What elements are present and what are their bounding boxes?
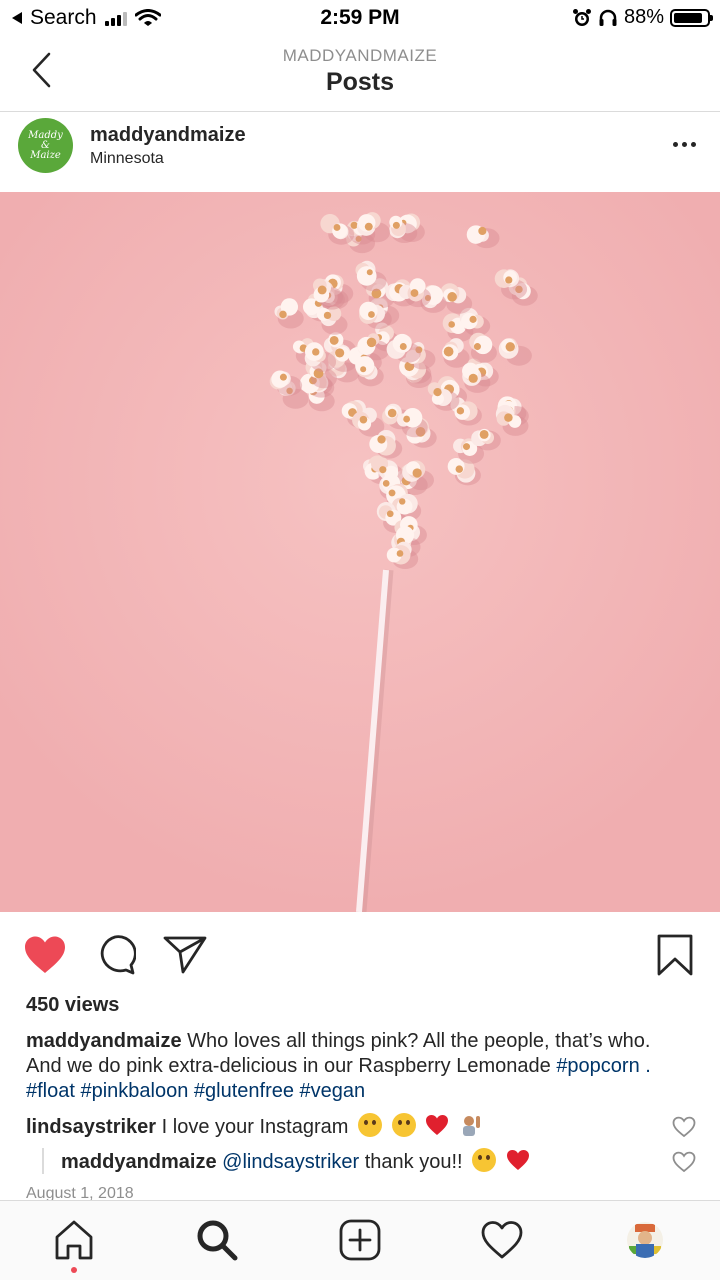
reply-text: thank you!! xyxy=(364,1151,463,1173)
kissing-face-emoji-icon xyxy=(391,1113,416,1137)
home-icon xyxy=(55,1220,93,1260)
profile-avatar xyxy=(627,1222,663,1258)
comment-row: lindsaystriker I love your Instagram xyxy=(26,1113,483,1140)
reply-username[interactable]: maddyandmaize xyxy=(61,1151,217,1173)
tab-new-post[interactable] xyxy=(335,1215,385,1265)
home-notification-dot xyxy=(71,1267,77,1273)
nav-header: MADDYANDMAIZE Posts xyxy=(0,36,720,112)
post-image[interactable] xyxy=(0,192,720,912)
post-header: Maddy & Maize maddyandmaize Minnesota xyxy=(0,112,720,192)
bottom-tab-bar xyxy=(0,1200,720,1280)
comment-like-heart-icon[interactable] xyxy=(672,1116,696,1138)
battery-icon xyxy=(670,8,713,27)
comment-text: I love your Instagram xyxy=(161,1116,349,1138)
post-username[interactable]: maddyandmaize xyxy=(90,124,246,147)
signal-icon xyxy=(104,10,127,26)
tab-profile[interactable] xyxy=(620,1215,670,1265)
status-back-label: Search xyxy=(30,6,97,29)
save-button[interactable] xyxy=(652,932,698,978)
alarm-icon xyxy=(572,8,591,26)
caption-username[interactable]: maddyandmaize xyxy=(26,1030,182,1052)
nav-account-handle: MADDYANDMAIZE xyxy=(282,46,438,65)
action-bar xyxy=(0,922,720,986)
battery-percent: 88% xyxy=(623,6,664,28)
wifi-icon xyxy=(134,9,161,26)
winking-tongue-emoji-icon xyxy=(357,1113,382,1137)
headphones-icon xyxy=(599,9,617,26)
tab-home[interactable] xyxy=(49,1215,99,1265)
status-bar: Search 2:59 PM 88% xyxy=(0,0,720,36)
reply-mention[interactable]: @lindsaystriker xyxy=(222,1151,359,1173)
comment-username[interactable]: lindsaystriker xyxy=(26,1116,156,1138)
avatar[interactable]: Maddy & Maize xyxy=(18,118,73,173)
red-heart-emoji-icon xyxy=(506,1150,529,1170)
post-caption: maddyandmaize Who loves all things pink?… xyxy=(26,1029,686,1104)
avatar-logo-text: Maddy & Maize xyxy=(28,129,63,161)
tab-search[interactable] xyxy=(192,1215,242,1265)
popcorn-balloon-illustration xyxy=(0,192,720,912)
grinning-face-emoji-icon xyxy=(472,1148,497,1172)
back-triangle-icon xyxy=(12,12,22,24)
like-button[interactable] xyxy=(22,932,68,978)
search-icon xyxy=(197,1220,238,1261)
bookmark-icon xyxy=(657,934,693,976)
activity-icon xyxy=(481,1221,523,1259)
share-button[interactable] xyxy=(162,932,208,978)
reply-indicator xyxy=(42,1148,44,1174)
heart-icon xyxy=(25,936,65,973)
comment-button[interactable] xyxy=(92,932,138,978)
add-icon xyxy=(339,1219,381,1261)
reply-row: maddyandmaize @lindsaystriker thank you!… xyxy=(61,1148,530,1175)
post-location[interactable]: Minnesota xyxy=(90,150,164,168)
reply-like-heart-icon[interactable] xyxy=(672,1151,696,1173)
share-icon xyxy=(163,936,207,974)
person-raising-hand-emoji-icon xyxy=(462,1116,480,1136)
tab-activity[interactable] xyxy=(477,1215,527,1265)
comment-icon xyxy=(100,935,136,975)
status-back-to-app[interactable]: Search xyxy=(12,6,161,30)
status-right: 88% xyxy=(572,6,713,29)
view-count[interactable]: 450 views xyxy=(26,994,119,1017)
battery-fill xyxy=(674,12,703,23)
more-options-button[interactable] xyxy=(673,134,696,154)
red-heart-emoji-icon xyxy=(426,1115,449,1135)
more-icon xyxy=(673,141,678,147)
page-title: Posts xyxy=(325,68,395,96)
